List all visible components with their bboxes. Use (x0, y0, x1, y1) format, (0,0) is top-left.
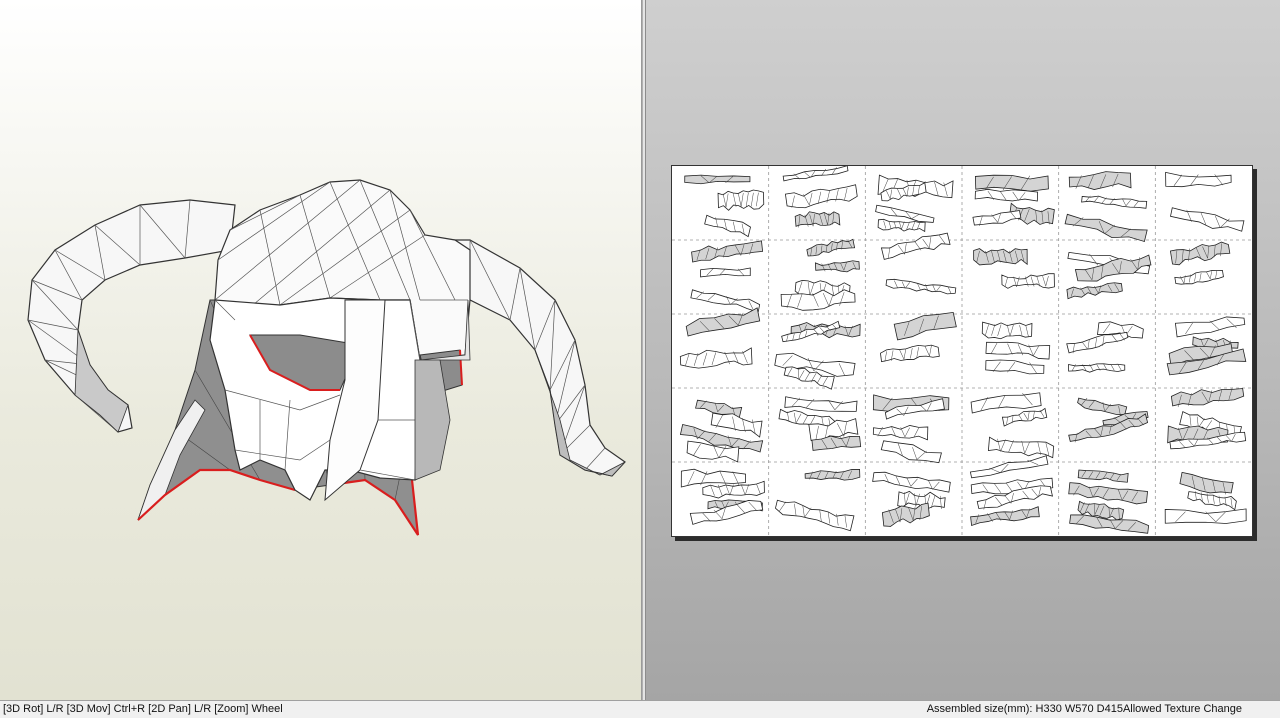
unfolded-part[interactable] (704, 214, 751, 238)
unfolded-part[interactable] (1165, 171, 1232, 188)
unfolded-part[interactable] (782, 166, 849, 182)
unfolded-part[interactable] (684, 174, 751, 185)
unfolded-part[interactable] (972, 209, 1022, 229)
helmet-model-3d[interactable] (0, 0, 642, 700)
unfolded-part[interactable] (1164, 508, 1247, 524)
3d-view-pane[interactable] (0, 0, 642, 700)
unfolded-part[interactable] (814, 260, 860, 273)
unfolded-part[interactable] (804, 468, 861, 481)
unfolded-part[interactable] (970, 391, 1042, 414)
unfolded-part[interactable] (880, 437, 942, 467)
unfolded-part[interactable] (1170, 383, 1245, 409)
unfolded-part[interactable] (880, 343, 940, 364)
unfolded-part[interactable] (880, 231, 951, 262)
2d-view-pane[interactable] (646, 0, 1280, 700)
unfolded-part[interactable] (1174, 268, 1224, 286)
unfolded-part[interactable] (690, 288, 761, 313)
unfolded-part[interactable] (679, 347, 753, 369)
unfolded-part[interactable] (973, 248, 1028, 266)
unfolded-part[interactable] (970, 506, 1040, 526)
unfolded-part[interactable] (702, 480, 765, 499)
assembled-size-info: Assembled size(mm): H330 W570 D415Allowe… (926, 703, 1242, 715)
unfolded-part[interactable] (872, 471, 951, 494)
face-plate (209, 297, 421, 501)
unfolded-part[interactable] (1081, 194, 1148, 209)
unfolded-part[interactable] (784, 184, 858, 210)
unfolded-part[interactable] (969, 455, 1049, 480)
unfolded-part[interactable] (1077, 395, 1128, 418)
unfolded-part[interactable] (680, 468, 746, 488)
unfolded-part[interactable] (1001, 273, 1055, 290)
unfolded-part[interactable] (987, 436, 1055, 459)
unfolded-part[interactable] (881, 502, 930, 527)
unfolded-part[interactable] (1174, 315, 1246, 338)
unfolded-part[interactable] (1170, 206, 1245, 234)
unfolded-part[interactable] (685, 307, 761, 337)
unfolded-parts-layout[interactable] (672, 166, 1252, 536)
unfolded-part[interactable] (872, 425, 929, 441)
pattern-sheet[interactable] (671, 165, 1253, 537)
unfolded-part[interactable] (1077, 469, 1129, 483)
unfolded-part[interactable] (794, 209, 841, 228)
controls-hint: [3D Rot] L/R [3D Mov] Ctrl+R [2D Pan] L/… (3, 703, 283, 715)
unfolded-part[interactable] (1001, 407, 1048, 427)
unfolded-part[interactable] (1066, 281, 1123, 300)
unfolded-part[interactable] (780, 289, 856, 311)
unfolded-part[interactable] (985, 359, 1045, 375)
unfolded-part[interactable] (1068, 363, 1126, 373)
unfolded-part[interactable] (985, 341, 1051, 360)
unfolded-part[interactable] (885, 278, 957, 295)
unfolded-part[interactable] (1179, 471, 1234, 496)
unfolded-part[interactable] (981, 321, 1033, 340)
unfolded-part[interactable] (1169, 240, 1231, 266)
unfolded-part[interactable] (774, 498, 855, 532)
unfolded-part[interactable] (717, 189, 765, 211)
unfolded-part[interactable] (1068, 171, 1132, 191)
unfolded-part[interactable] (691, 240, 764, 263)
status-bar: [3D Rot] L/R [3D Mov] Ctrl+R [2D Pan] L/… (0, 700, 1280, 718)
unfolded-part[interactable] (700, 267, 751, 278)
